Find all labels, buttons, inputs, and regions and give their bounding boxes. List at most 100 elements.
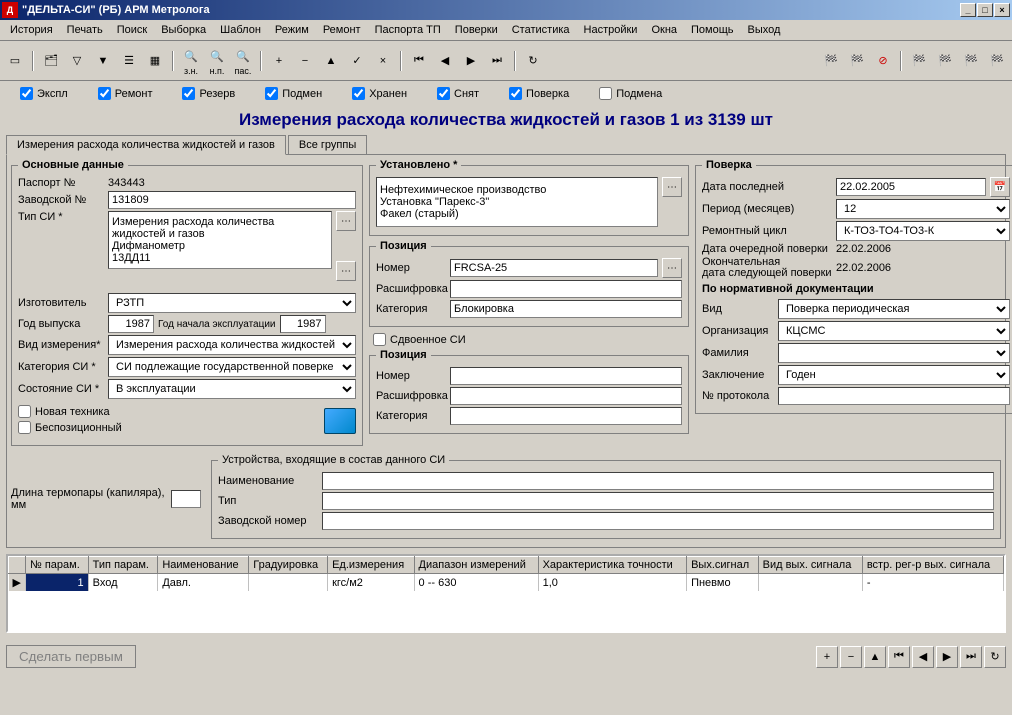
maximize-button[interactable]: □ — [977, 3, 993, 17]
type-lookup-button[interactable]: ⋯ — [336, 211, 356, 231]
menu-help[interactable]: Помощь — [685, 22, 740, 38]
dev-name-input[interactable] — [322, 472, 994, 490]
chk-new[interactable]: Новая техника — [18, 405, 110, 418]
state-select[interactable]: В эксплуатации — [108, 379, 356, 399]
menu-search[interactable]: Поиск — [111, 22, 153, 38]
nav-add-icon[interactable]: + — [816, 646, 838, 668]
nav-remove-icon[interactable]: − — [840, 646, 862, 668]
year-input[interactable] — [108, 315, 154, 333]
tb-flag6-icon[interactable]: 🏁 — [986, 50, 1008, 72]
tab-measurements[interactable]: Измерения расхода количества жидкостей и… — [6, 135, 286, 155]
close-button[interactable]: × — [994, 3, 1010, 17]
nav-prev-icon[interactable]: ◀ — [912, 646, 934, 668]
tb-refresh-icon[interactable]: ↻ — [522, 50, 544, 72]
chk-sub[interactable]: Подмен — [265, 87, 322, 100]
tab-all-groups[interactable]: Все группы — [288, 135, 367, 155]
menu-history[interactable]: История — [4, 22, 59, 38]
last-date-input[interactable] — [836, 178, 986, 196]
tb-first-icon[interactable]: ⏮ — [408, 50, 430, 72]
calendar-icon[interactable]: 📅 — [990, 177, 1010, 197]
chk-repair[interactable]: Ремонт — [98, 87, 153, 100]
pos2-cat-input[interactable] — [450, 407, 682, 425]
menu-exit[interactable]: Выход — [742, 22, 787, 38]
factory-input[interactable] — [108, 191, 356, 209]
params-grid[interactable]: № парам. Тип парам. Наименование Градуир… — [6, 554, 1006, 633]
chk-removed[interactable]: Снят — [437, 87, 479, 100]
pos1-lookup-button[interactable]: ⋯ — [662, 258, 682, 278]
tb-np-icon[interactable]: 🔍 — [206, 45, 228, 67]
concl-select[interactable]: Годен — [778, 365, 1010, 385]
cycle-select[interactable]: К-ТО3-ТО4-ТО3-К — [836, 221, 1010, 241]
pos2-num-input[interactable] — [450, 367, 682, 385]
tb-grid-icon[interactable]: ▦ — [144, 50, 166, 72]
tb-check-icon[interactable]: ✓ — [346, 50, 368, 72]
chk-expl[interactable]: Экспл — [20, 87, 68, 100]
tb-doc-icon[interactable]: ▭ — [4, 50, 26, 72]
nav-first-icon[interactable]: ⏮ — [888, 646, 910, 668]
chk-reserve[interactable]: Резерв — [182, 87, 235, 100]
tb-list-icon[interactable]: ☰ — [118, 50, 140, 72]
tb-flag1-icon[interactable]: 🏁 — [820, 50, 842, 72]
chk-dual[interactable]: Сдвоенное СИ — [373, 333, 466, 346]
therm-input[interactable] — [171, 490, 201, 508]
type-input[interactable]: Измерения расхода количества жидкостей и… — [108, 211, 332, 269]
maker-select[interactable]: РЗТП — [108, 293, 356, 313]
menu-print[interactable]: Печать — [61, 22, 109, 38]
tb-remove-icon[interactable]: − — [294, 50, 316, 72]
tb-flag2-icon[interactable]: 🏁 — [846, 50, 868, 72]
dev-type-input[interactable] — [322, 492, 994, 510]
menu-repair[interactable]: Ремонт — [317, 22, 367, 38]
org-select[interactable]: КЦСМС — [778, 321, 1010, 341]
tb-next-icon[interactable]: ▶ — [460, 50, 482, 72]
tb-cancel-icon[interactable]: × — [372, 50, 394, 72]
menu-windows[interactable]: Окна — [645, 22, 683, 38]
type-lookup2-button[interactable]: ⋯ — [336, 261, 356, 281]
chk-store[interactable]: Хранен — [352, 87, 407, 100]
menu-stats[interactable]: Статистика — [506, 22, 576, 38]
menu-verifications[interactable]: Поверки — [449, 22, 504, 38]
table-row[interactable]: ▶ 1 Вход Давл. кгс/м2 0 -- 630 1,0 Пневм… — [9, 574, 1004, 592]
cat-select[interactable]: СИ подлежащие государственной поверке — [108, 357, 356, 377]
tb-add-icon[interactable]: + — [268, 50, 290, 72]
chk-nopos[interactable]: Беспозиционный — [18, 421, 122, 434]
menu-template[interactable]: Шаблон — [214, 22, 267, 38]
kind-select[interactable]: Поверка периодическая — [778, 299, 1010, 319]
menu-passports[interactable]: Паспорта ТП — [369, 22, 447, 38]
pos1-desc-input[interactable] — [450, 280, 682, 298]
make-first-button[interactable]: Сделать первым — [6, 645, 136, 668]
tb-prev-icon[interactable]: ◀ — [434, 50, 456, 72]
tb-stop-icon[interactable]: ⊘ — [872, 50, 894, 72]
tb-card-icon[interactable]: 🗂 — [40, 50, 62, 72]
tb-flag3-icon[interactable]: 🏁 — [908, 50, 930, 72]
tb-last-icon[interactable]: ⏭ — [486, 50, 508, 72]
tb-pas-icon[interactable]: 🔍 — [232, 45, 254, 67]
start-year-input[interactable] — [280, 315, 326, 333]
nav-last-icon[interactable]: ⏭ — [960, 646, 982, 668]
chk-subst[interactable]: Подмена — [599, 87, 662, 100]
install-lookup-button[interactable]: ⋯ — [662, 177, 682, 197]
nav-up-icon[interactable]: ▲ — [864, 646, 886, 668]
pos2-desc-input[interactable] — [450, 387, 682, 405]
nav-refresh-icon[interactable]: ↻ — [984, 646, 1006, 668]
period-select[interactable]: 12 — [836, 199, 1010, 219]
tb-up-icon[interactable]: ▲ — [320, 50, 342, 72]
meas-select[interactable]: Измерения расхода количества жидкостей — [108, 335, 356, 355]
chk-verify[interactable]: Поверка — [509, 87, 569, 100]
tb-flag4-icon[interactable]: 🏁 — [934, 50, 956, 72]
fam-select[interactable] — [778, 343, 1010, 363]
pos1-cat-input[interactable] — [450, 300, 682, 318]
proto-input[interactable] — [778, 387, 1010, 405]
menu-selection[interactable]: Выборка — [155, 22, 212, 38]
menu-settings[interactable]: Настройки — [578, 22, 644, 38]
dev-factory-input[interactable] — [322, 512, 994, 530]
pos1-num-input[interactable] — [450, 259, 658, 277]
nav-next-icon[interactable]: ▶ — [936, 646, 958, 668]
tb-funnel2-icon[interactable]: ▼ — [92, 50, 114, 72]
tb-funnel-icon[interactable]: ▽ — [66, 50, 88, 72]
tb-flag5-icon[interactable]: 🏁 — [960, 50, 982, 72]
book-icon[interactable] — [324, 408, 356, 434]
install-text[interactable]: Нефтехимическое производство Установка "… — [376, 177, 658, 227]
minimize-button[interactable]: _ — [960, 3, 976, 17]
tb-zn-icon[interactable]: 🔍 — [180, 45, 202, 67]
menu-mode[interactable]: Режим — [269, 22, 315, 38]
